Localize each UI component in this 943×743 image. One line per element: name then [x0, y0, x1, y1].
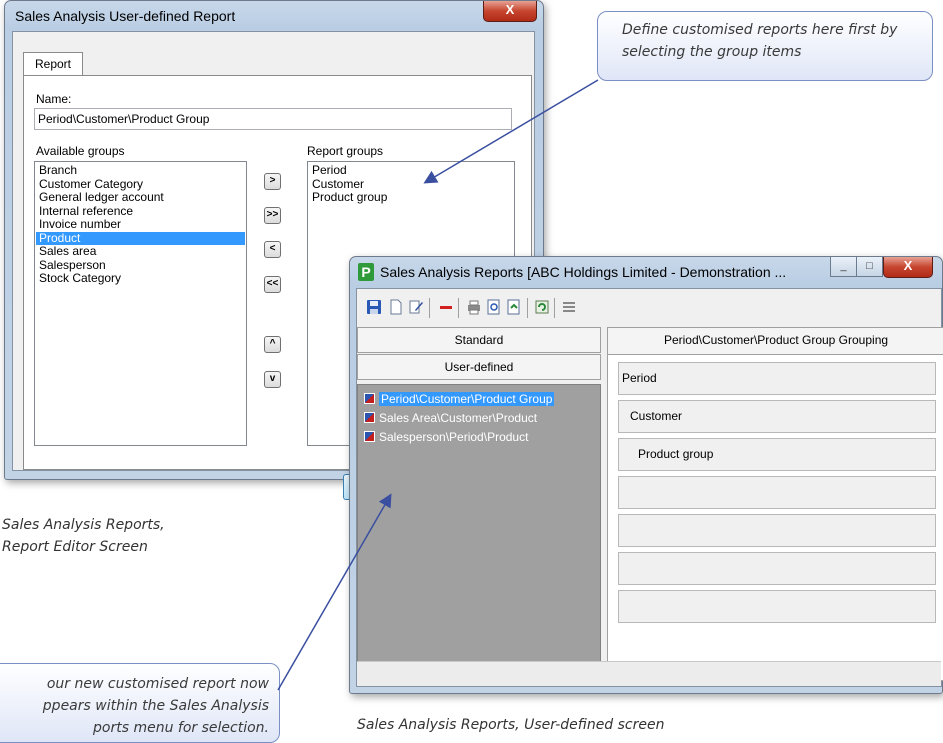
- arrow-to-userdefined-list: [277, 493, 392, 691]
- arrow-to-report-groups: [423, 79, 599, 184]
- callout-arrows: [277, 79, 599, 691]
